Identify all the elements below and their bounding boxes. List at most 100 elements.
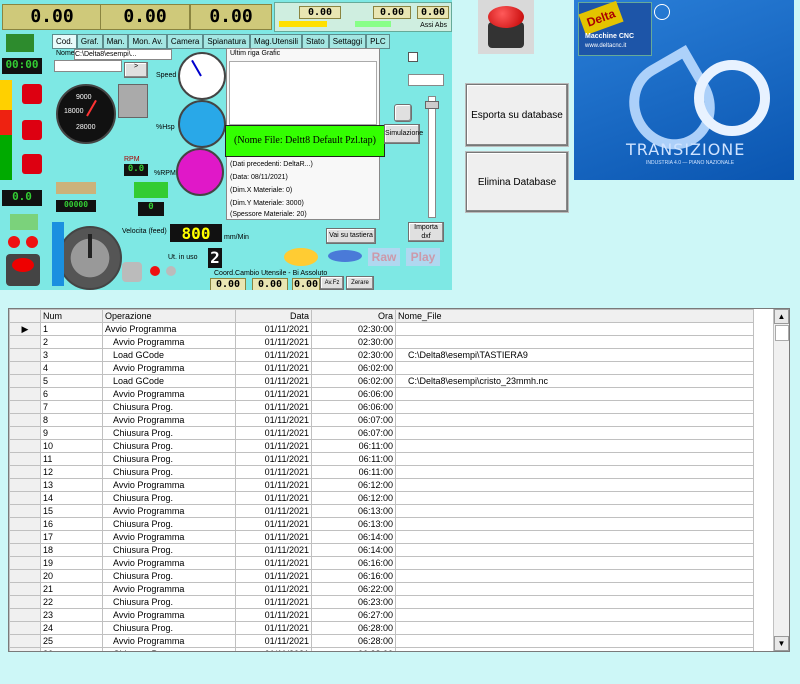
table-row[interactable]: 4 Avvio Programma 01/11/2021 06:02:00 xyxy=(9,361,754,375)
cell-ora[interactable]: 06:07:00 xyxy=(311,413,396,427)
cell-data[interactable]: 01/11/2021 xyxy=(235,504,312,518)
cell-nome-file[interactable] xyxy=(395,400,754,414)
header-nome-file[interactable]: Nome_File xyxy=(395,309,754,323)
cell-nome-file[interactable] xyxy=(395,634,754,648)
cell-ora[interactable]: 06:11:00 xyxy=(311,465,396,479)
tab-mag-utensili[interactable]: Mag.Utensili xyxy=(250,34,303,49)
table-row[interactable]: 16 Chiusura Prog. 01/11/2021 06:13:00 xyxy=(9,517,754,531)
cell-num[interactable]: 1 xyxy=(40,322,103,336)
cell-operazione[interactable]: Avvio Programma xyxy=(102,634,236,648)
tab-settaggi[interactable]: Settaggi xyxy=(328,34,367,49)
cell-data[interactable]: 01/11/2021 xyxy=(235,543,312,557)
cell-nome-file[interactable] xyxy=(395,426,754,440)
cell-num[interactable]: 20 xyxy=(40,569,103,583)
table-row[interactable]: 2 Avvio Programma 01/11/2021 02:30:00 xyxy=(9,335,754,349)
table-row[interactable]: 18 Chiusura Prog. 01/11/2021 06:14:00 xyxy=(9,543,754,557)
cell-data[interactable]: 01/11/2021 xyxy=(235,608,312,622)
table-row[interactable]: 14 Chiusura Prog. 01/11/2021 06:12:00 xyxy=(9,491,754,505)
cell-operazione[interactable]: Chiusura Prog. xyxy=(102,595,236,609)
cell-ora[interactable]: 06:13:00 xyxy=(311,504,396,518)
cell-nome-file[interactable] xyxy=(395,530,754,544)
tab-mon-av[interactable]: Mon. Av. xyxy=(128,34,167,49)
tab-camera[interactable]: Camera xyxy=(166,34,204,49)
feed-knob-small[interactable] xyxy=(122,262,142,282)
scroll-up-arrow-icon[interactable]: ▲ xyxy=(774,309,789,324)
cell-nome-file[interactable] xyxy=(395,582,754,596)
simulazione-button[interactable]: Simulazione xyxy=(384,124,423,144)
nome-field[interactable]: C:\Delta8\esempi\... xyxy=(74,49,172,60)
jog-buttons[interactable] xyxy=(118,84,148,118)
cell-operazione[interactable]: Chiusura Prog. xyxy=(102,621,236,635)
importa-dxf-button[interactable]: Importa dxf xyxy=(408,222,444,242)
cell-data[interactable]: 01/11/2021 xyxy=(235,621,312,635)
cell-operazione[interactable]: Chiusura Prog. xyxy=(102,543,236,557)
table-row[interactable]: 15 Avvio Programma 01/11/2021 06:13:00 xyxy=(9,504,754,518)
cell-nome-file[interactable] xyxy=(395,478,754,492)
header-ora[interactable]: Ora xyxy=(311,309,396,323)
cell-nome-file[interactable] xyxy=(395,322,754,336)
cell-operazione[interactable]: Chiusura Prog. xyxy=(102,426,236,440)
cell-operazione[interactable]: Chiusura Prog. xyxy=(102,517,236,531)
header-num[interactable]: Num xyxy=(40,309,103,323)
cell-data[interactable]: 01/11/2021 xyxy=(235,582,312,596)
header-data[interactable]: Data xyxy=(235,309,312,323)
cell-nome-file[interactable]: C:\Delta8\esempi\TASTIERA9 xyxy=(395,348,754,362)
table-row[interactable]: 7 Chiusura Prog. 01/11/2021 06:06:00 xyxy=(9,400,754,414)
table-row[interactable]: 12 Chiusura Prog. 01/11/2021 06:11:00 xyxy=(9,465,754,479)
cell-num[interactable]: 11 xyxy=(40,452,103,466)
avfz-button[interactable]: Av.Fz xyxy=(320,276,344,290)
table-row[interactable]: 3 Load GCode 01/11/2021 02:30:00 C:\Delta8\e… xyxy=(9,348,754,362)
cell-data[interactable]: 01/11/2021 xyxy=(235,452,312,466)
cell-ora[interactable]: 02:30:00 xyxy=(311,348,396,362)
cell-ora[interactable]: 06:16:00 xyxy=(311,569,396,583)
cell-data[interactable]: 01/11/2021 xyxy=(235,478,312,492)
cell-nome-file[interactable] xyxy=(395,465,754,479)
cell-num[interactable]: 21 xyxy=(40,582,103,596)
cell-num[interactable]: 6 xyxy=(40,387,103,401)
cell-num[interactable]: 7 xyxy=(40,400,103,414)
cell-nome-file[interactable] xyxy=(395,439,754,453)
gcode-icon[interactable] xyxy=(284,248,318,266)
cell-ora[interactable]: 06:11:00 xyxy=(311,439,396,453)
cell-data[interactable]: 01/11/2021 xyxy=(235,465,312,479)
table-row[interactable]: 26Chiusura Prog.01/11/202106:28:00 xyxy=(9,647,754,651)
vertical-slider[interactable] xyxy=(425,96,439,218)
cell-num[interactable]: 10 xyxy=(40,439,103,453)
cell-nome-file[interactable] xyxy=(395,504,754,518)
tab-cod[interactable]: Cod. xyxy=(52,34,77,49)
cell-nome-file[interactable] xyxy=(395,569,754,583)
cell-data[interactable]: 01/11/2021 xyxy=(235,387,312,401)
cell-operazione[interactable]: Chiusura Prog. xyxy=(102,491,236,505)
cell-data[interactable]: 01/11/2021 xyxy=(235,595,312,609)
cell-ora[interactable]: 06:27:00 xyxy=(311,608,396,622)
cell-num[interactable]: 3 xyxy=(40,348,103,362)
tab-stato[interactable]: Stato xyxy=(302,34,329,49)
cell-data[interactable]: 01/11/2021 xyxy=(235,335,312,349)
emergency-button-small[interactable] xyxy=(6,254,40,286)
cell-data[interactable]: 01/11/2021 xyxy=(235,556,312,570)
cell-num[interactable]: 9 xyxy=(40,426,103,440)
cell-data[interactable]: 01/11/2021 xyxy=(235,569,312,583)
table-row[interactable]: 24 Chiusura Prog. 01/11/2021 06:28:00 xyxy=(9,621,754,635)
cell-num[interactable]: 17 xyxy=(40,530,103,544)
cell-ora[interactable]: 06:14:00 xyxy=(311,530,396,544)
cell-num[interactable]: 19 xyxy=(40,556,103,570)
table-row[interactable]: 13 Avvio Programma 01/11/2021 06:12:00 xyxy=(9,478,754,492)
cell-operazione[interactable]: Avvio Programma xyxy=(102,413,236,427)
cell-data[interactable]: 01/11/2021 xyxy=(235,361,312,375)
cell-ora[interactable]: 06:06:00 xyxy=(311,387,396,401)
cell-nome-file[interactable] xyxy=(395,413,754,427)
cell-nome-file[interactable] xyxy=(395,556,754,570)
cell-operazione[interactable]: Avvio Programma xyxy=(102,361,236,375)
cell-nome-file[interactable] xyxy=(395,387,754,401)
scroll-thumb[interactable] xyxy=(775,325,789,341)
header-operazione[interactable]: Operazione xyxy=(102,309,236,323)
cell-ora[interactable]: 06:28:00 xyxy=(311,621,396,635)
cell-nome-file[interactable] xyxy=(395,491,754,505)
cell-operazione[interactable]: Chiusura Prog. xyxy=(102,439,236,453)
cell-ora[interactable]: 06:12:00 xyxy=(311,478,396,492)
cell-num[interactable]: 18 xyxy=(40,543,103,557)
cell-ora[interactable]: 02:30:00 xyxy=(311,335,396,349)
cell-ora[interactable]: 06:28:00 xyxy=(311,647,396,651)
cell-num[interactable]: 24 xyxy=(40,621,103,635)
